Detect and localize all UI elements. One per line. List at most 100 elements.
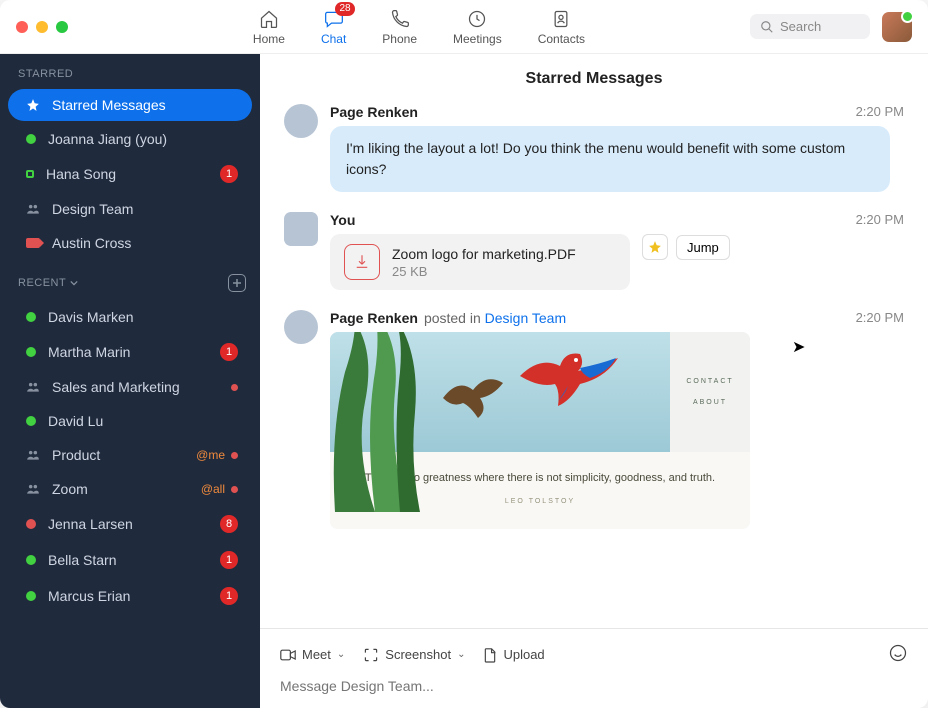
search-input[interactable]: Search [750,14,870,39]
sidebar-item-sales[interactable]: Sales and Marketing [8,371,252,403]
sidebar: STARRED Starred Messages Joanna Jiang (y… [0,54,260,708]
profile-avatar[interactable] [882,12,912,42]
preview-menu: CONTACT ABOUT [670,332,750,452]
sidebar-item-label: Starred Messages [52,97,238,113]
sidebar-item-design-team[interactable]: Design Team [8,193,252,225]
message-author: You [330,212,355,228]
chevron-down-icon: ⌄ [457,649,465,660]
message-row: Page Renken posted in Design Team [284,310,904,529]
sidebar-item-label: Davis Marken [48,309,238,325]
file-icon [483,647,497,663]
group-icon [26,482,40,496]
zoom-window-icon[interactable] [56,21,68,33]
chat-badge: 28 [335,2,354,16]
search-placeholder: Search [780,19,821,34]
sidebar-item-self[interactable]: Joanna Jiang (you) [8,123,252,155]
sidebar-item-austin[interactable]: Austin Cross [8,227,252,259]
video-icon [26,238,40,248]
smile-icon [888,643,908,663]
tab-meetings[interactable]: Meetings [453,8,502,46]
sidebar-item-marcus[interactable]: Marcus Erian 1 [8,579,252,613]
presence-icon [26,519,36,529]
avatar[interactable] [284,212,318,246]
file-attachment[interactable]: Zoom logo for marketing.PDF 25 KB [330,234,630,290]
file-size: 25 KB [392,264,576,279]
upload-button[interactable]: Upload [483,647,544,663]
sidebar-item-davis[interactable]: Davis Marken [8,301,252,333]
sidebar-item-label: David Lu [48,413,238,429]
tab-label: Phone [382,32,417,46]
tab-home[interactable]: Home [253,8,285,46]
tab-contacts[interactable]: Contacts [538,8,585,46]
channel-link[interactable]: Design Team [485,310,566,326]
message-list: Page Renken I'm liking the layout a lot!… [260,104,928,628]
avatar[interactable] [284,104,318,138]
unread-dot-icon [231,452,238,459]
video-icon [280,648,296,662]
meet-button[interactable]: Meet ⌄ [280,647,345,662]
presence-icon [26,416,36,426]
message-bubble: I'm liking the layout a lot! Do you thin… [330,126,890,192]
chevron-down-icon[interactable] [70,279,78,287]
unread-count: 1 [220,343,238,361]
pdf-icon [344,244,380,280]
message-author: Page Renken [330,104,418,120]
mention-badge: @me [196,448,225,462]
screenshot-button[interactable]: Screenshot ⌄ [363,647,465,663]
message-input[interactable] [280,672,908,696]
presence-icon [26,591,36,601]
add-recent-button[interactable] [228,274,246,292]
sidebar-item-product[interactable]: Product @me [8,439,252,471]
emoji-button[interactable] [888,643,908,666]
unread-count: 1 [220,165,238,183]
sidebar-section-recent: RECENT [0,260,260,300]
presence-icon [26,170,34,178]
sidebar-item-zoom[interactable]: Zoom @all [8,473,252,505]
mention-badge: @all [201,482,225,496]
tab-label: Home [253,32,285,46]
star-icon [26,98,40,112]
sidebar-item-label: Bella Starn [48,552,208,568]
avatar[interactable] [284,310,318,344]
parrot-graphic [510,346,620,411]
tab-phone[interactable]: Phone [382,8,417,46]
tab-label: Chat [321,32,346,46]
search-icon [760,20,774,34]
unread-dot-icon [231,384,238,391]
jump-button[interactable]: Jump [676,235,730,260]
star-button[interactable] [642,234,668,260]
message-author: Page Renken [330,310,418,326]
sidebar-item-jenna[interactable]: Jenna Larsen 8 [8,507,252,541]
eagle-graphic [438,368,508,423]
image-preview[interactable]: CONTACT ABOUT There is no greatness wher… [330,332,750,529]
sidebar-item-label: Austin Cross [52,235,238,251]
main-panel: Starred Messages Page Renken I'm liking … [260,54,928,708]
message-row: Page Renken I'm liking the layout a lot!… [284,104,904,192]
tab-chat[interactable]: 28 Chat [321,8,346,46]
presence-icon [26,555,36,565]
close-window-icon[interactable] [16,21,28,33]
titlebar: Home 28 Chat Phone Meetings Contacts [0,0,928,54]
sidebar-item-starred-messages[interactable]: Starred Messages [8,89,252,121]
presence-icon [26,134,36,144]
phone-icon [389,8,411,30]
minimize-window-icon[interactable] [36,21,48,33]
message-time: 2:20 PM [856,310,904,325]
message-context: posted in Design Team [424,310,566,326]
sidebar-item-label: Design Team [52,201,238,217]
unread-dot-icon [231,486,238,493]
sidebar-item-hana[interactable]: Hana Song 1 [8,157,252,191]
sidebar-section-starred: STARRED [0,54,260,88]
tab-label: Meetings [453,32,502,46]
composer: Meet ⌄ Screenshot ⌄ Upload [260,628,928,708]
sidebar-item-label: Martha Marin [48,344,208,360]
screenshot-icon [363,647,379,663]
sidebar-item-label: Marcus Erian [48,588,208,604]
leaf-graphic [330,332,430,512]
sidebar-item-bella[interactable]: Bella Starn 1 [8,543,252,577]
tab-label: Contacts [538,32,585,46]
sidebar-item-david[interactable]: David Lu [8,405,252,437]
group-icon [26,202,40,216]
sidebar-item-martha[interactable]: Martha Marin 1 [8,335,252,369]
sidebar-item-label: Joanna Jiang (you) [48,131,238,147]
